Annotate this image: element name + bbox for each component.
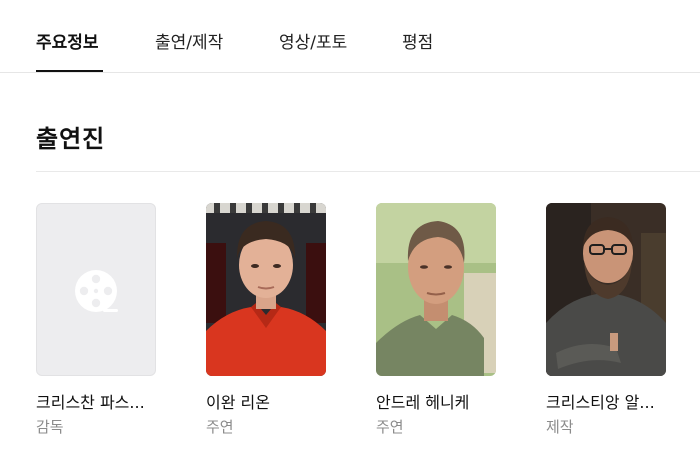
tab-video-photo[interactable]: 영상/포토 <box>279 30 347 56</box>
cast-name[interactable]: 크리스찬 파스... <box>36 391 157 415</box>
section-title: 출연진 <box>36 125 106 153</box>
section-divider <box>36 171 700 172</box>
cast-photo <box>376 203 496 376</box>
cast-role: 주연 <box>376 418 404 436</box>
cast-name[interactable]: 안드레 헤니케 <box>376 391 497 415</box>
cast-card[interactable]: 이완 리온 주연 <box>206 203 327 438</box>
cast-role: 제작 <box>546 418 574 436</box>
tab-rating[interactable]: 평점 <box>402 30 433 56</box>
cast-card[interactable]: 크리스찬 파스... 감독 <box>36 203 157 438</box>
film-reel-icon <box>75 270 118 312</box>
cast-photo <box>206 203 326 376</box>
cast-card[interactable]: 안드레 헤니케 주연 <box>376 203 497 438</box>
cast-photo-placeholder <box>36 203 156 376</box>
cast-role: 감독 <box>36 418 64 436</box>
cast-card[interactable]: 크리스티앙 알... 제작 <box>546 203 667 438</box>
tab-bar: 주요정보 출연/제작 영상/포토 평점 <box>0 0 700 73</box>
tab-cast-crew[interactable]: 출연/제작 <box>155 30 223 56</box>
tab-main-info[interactable]: 주요정보 <box>36 30 99 56</box>
cast-name[interactable]: 크리스티앙 알... <box>546 391 667 415</box>
cast-role: 주연 <box>206 418 234 436</box>
active-tab-indicator <box>36 70 103 72</box>
cast-photo <box>546 203 666 376</box>
cast-name[interactable]: 이완 리온 <box>206 391 327 415</box>
